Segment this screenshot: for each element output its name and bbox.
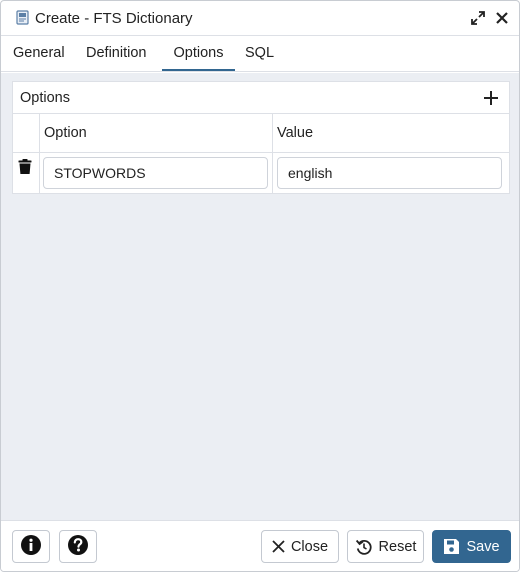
tab-bar: General Definition Options SQL — [1, 36, 519, 72]
tab-options[interactable]: Options — [162, 36, 235, 71]
row-control-cell — [13, 153, 40, 193]
reset-button-label: Reset — [378, 538, 417, 555]
value-column-header: Value — [273, 114, 509, 152]
tab-content: Options Option Value STOPWORDS english — [1, 73, 519, 520]
reset-icon — [355, 538, 373, 556]
dialog-title: Create - FTS Dictionary — [35, 9, 193, 27]
save-button-label: Save — [466, 538, 500, 555]
value-column-label: Value — [277, 125, 314, 141]
dialog-header[interactable]: Create - FTS Dictionary — [1, 1, 519, 36]
help-button[interactable] — [59, 530, 97, 563]
control-column-header — [13, 114, 40, 152]
trash-icon[interactable] — [18, 159, 32, 175]
options-panel: Options Option Value STOPWORDS english — [12, 81, 510, 194]
save-icon — [443, 538, 460, 555]
options-panel-header: Options — [13, 82, 509, 114]
close-x-icon — [272, 540, 285, 553]
plus-icon[interactable] — [481, 88, 501, 108]
value-cell: english — [273, 153, 509, 193]
options-grid-header: Option Value — [13, 114, 509, 153]
close-button[interactable]: Close — [261, 530, 339, 563]
options-panel-title: Options — [20, 90, 70, 106]
close-icon[interactable] — [493, 9, 511, 27]
tab-definition[interactable]: Definition — [86, 36, 146, 71]
value-input[interactable]: english — [277, 157, 502, 189]
save-button[interactable]: Save — [432, 530, 511, 563]
option-cell: STOPWORDS — [40, 153, 273, 193]
dialog-footer: Close Reset Save — [1, 520, 519, 571]
expand-icon[interactable] — [469, 9, 487, 27]
close-button-label: Close — [290, 538, 329, 555]
option-column-label: Option — [44, 125, 87, 141]
info-icon — [20, 534, 42, 560]
reset-button[interactable]: Reset — [347, 530, 424, 563]
info-button[interactable] — [12, 530, 50, 563]
help-icon — [67, 534, 89, 560]
dictionary-icon — [15, 10, 31, 26]
tab-general[interactable]: General — [13, 36, 65, 71]
option-column-header: Option — [40, 114, 273, 152]
create-fts-dictionary-dialog: Create - FTS Dictionary General Definiti… — [0, 0, 520, 572]
table-row: STOPWORDS english — [13, 153, 509, 193]
tab-sql[interactable]: SQL — [245, 36, 274, 71]
option-input[interactable]: STOPWORDS — [43, 157, 268, 189]
